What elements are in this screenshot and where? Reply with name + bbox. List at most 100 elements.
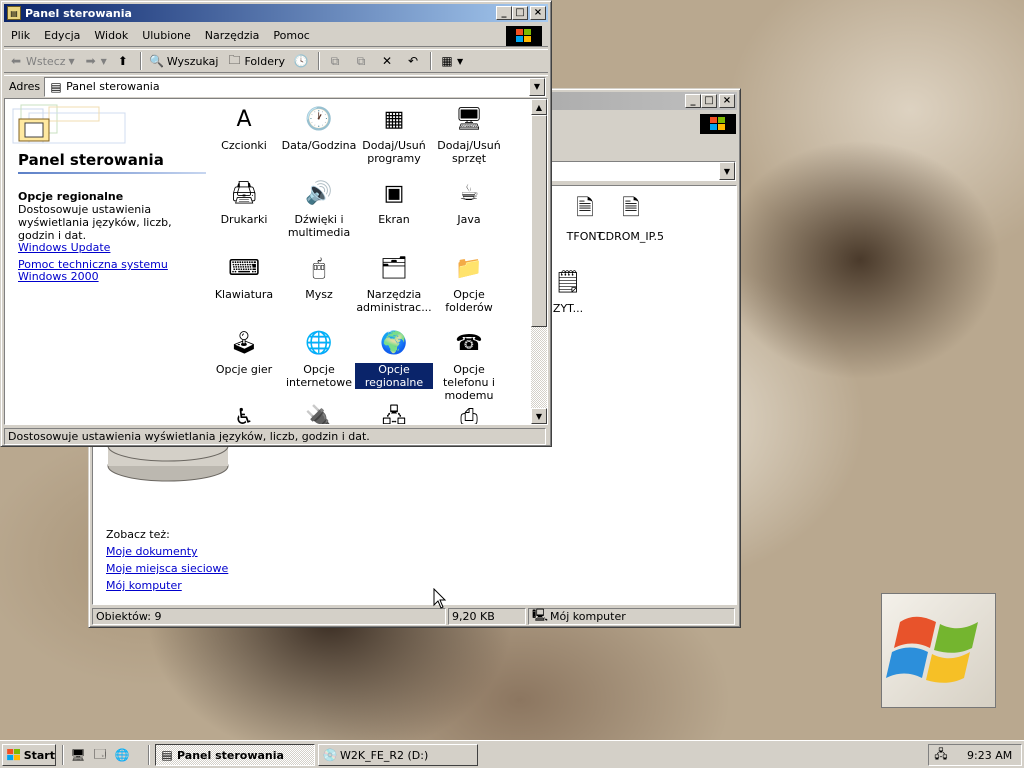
cp-item-10[interactable]: 🗂 Narzędzia administrac... [355, 252, 433, 314]
address-bar: Adres ▤ Panel sterowania ▼ [4, 75, 548, 97]
link-my-computer[interactable]: Mój komputer [106, 579, 182, 592]
copy-to-button[interactable]: ⧉ [349, 51, 375, 71]
task-drive-window[interactable]: 💿 W2K_FE_R2 (D:) [318, 744, 478, 766]
toolbar-separator [318, 52, 320, 70]
windows-flag-icon [881, 593, 996, 708]
start-button[interactable]: Start [2, 744, 56, 766]
menu-edit[interactable]: Edycja [37, 27, 87, 44]
control-panel-titlebar[interactable]: ▤ Panel sterowania _ □ × [4, 4, 548, 22]
control-panel-statusbar: Dostosowuje ustawienia wyświetlania języ… [4, 427, 548, 445]
minimize-button[interactable]: _ [685, 94, 701, 108]
selected-item-description: Dostosowuje ustawienia wyświetlania języ… [18, 203, 172, 242]
scroll-thumb[interactable] [531, 115, 547, 327]
network-tray-icon[interactable]: 🖧 [933, 747, 949, 763]
maximize-button[interactable]: □ [701, 94, 717, 108]
history-button[interactable]: 🕓 [289, 51, 315, 71]
show-desktop-icon[interactable]: 🖥 [70, 747, 86, 763]
address-input[interactable]: ▤ Panel sterowania ▼ [44, 76, 546, 97]
move-to-button[interactable]: ⧉ [323, 51, 349, 71]
scroll-up-button[interactable]: ▲ [531, 99, 547, 115]
cp-item-2[interactable]: ▦ Dodaj/Usuń programy [355, 103, 433, 165]
close-button[interactable]: × [530, 6, 546, 20]
selected-item-title: Opcje regionalne [18, 190, 124, 203]
control-panel-icon: ▤ [7, 6, 21, 20]
taskbar-separator [148, 745, 150, 765]
vertical-scrollbar[interactable]: ▲ ▼ [531, 99, 547, 424]
cp-item-9[interactable]: 🖱 Mysz [280, 252, 358, 301]
cp-item-18[interactable]: 🖧 [355, 401, 433, 424]
cp-item-13[interactable]: 🌐 Opcje internetowe [280, 327, 358, 389]
text-file-icon: 🗒 [554, 269, 582, 295]
menu-view[interactable]: Widok [87, 27, 135, 44]
delete-button[interactable]: ✕ [375, 51, 401, 71]
cp-item-16[interactable]: ♿ [205, 401, 283, 425]
internet-explorer-icon[interactable]: 🌐 [114, 747, 130, 763]
menu-favorites[interactable]: Ulubione [135, 27, 198, 44]
up-folder-button[interactable]: ⬆ [111, 51, 137, 71]
explorer-icon[interactable]: 🗔 [92, 747, 108, 763]
cd-drive-icon: 💿 [322, 748, 338, 762]
undo-button[interactable]: ↶ [401, 51, 427, 71]
menu-tools[interactable]: Narzędzia [198, 27, 267, 44]
cp-item-17[interactable]: 🔌 [280, 401, 358, 424]
drive-address-input[interactable]: ▼ [549, 161, 736, 181]
toolbar: ⬅ Wstecz ▼ ➡ ▼ ⬆ 🔍 Wyszukaj 🗀 Foldery 🕓 … [4, 49, 548, 73]
taskbar-separator [62, 745, 64, 765]
cp-item-7[interactable]: ☕ Java [430, 177, 508, 226]
scroll-down-button[interactable]: ▼ [531, 408, 547, 424]
search-icon: 🔍 [149, 54, 165, 68]
cp-item-label: Dodaj/Usuń programy [362, 139, 426, 165]
cp-item-label: Opcje telefonu i modemu [442, 363, 495, 402]
up-folder-icon: ⬆ [117, 54, 128, 68]
minimize-button[interactable]: _ [496, 6, 512, 20]
cp-item-19[interactable]: ⎙ [430, 401, 508, 424]
cp-item-14[interactable]: 🌍 Opcje regionalne [355, 327, 433, 389]
cp-item-label: Dodaj/Usuń sprzęt [437, 139, 501, 165]
cp-item-label: Data/Godzina [281, 139, 357, 152]
cp-item-3[interactable]: 🖥 Dodaj/Usuń sprzęt [430, 103, 508, 165]
cp-item-15[interactable]: ☎ Opcje telefonu i modemu [430, 327, 508, 402]
printers-folder-icon: 🖨 [230, 180, 258, 206]
control-panel-window[interactable]: ▤ Panel sterowania _ □ × Plik Edycja Wid… [0, 0, 552, 447]
views-button[interactable]: ▦ ▼ [435, 51, 467, 71]
internet-globe-icon: 🌐 [305, 330, 333, 356]
link-windows-support[interactable]: Pomoc techniczna systemu Windows 2000 [18, 259, 208, 283]
history-icon: 🕓 [293, 54, 309, 68]
mouse-cursor-icon [433, 587, 447, 613]
cp-item-0[interactable]: A Czcionki [205, 103, 283, 152]
java-icon: ☕ [459, 180, 479, 206]
close-button[interactable]: × [719, 94, 735, 108]
cp-item-5[interactable]: 🔊 Dźwięki i multimedia [280, 177, 358, 239]
computer-icon: 🖳 [532, 607, 549, 622]
link-network-places[interactable]: Moje miejsca sieciowe [106, 562, 228, 575]
maximize-button[interactable]: □ [512, 6, 528, 20]
forward-button[interactable]: ➡ ▼ [79, 51, 111, 71]
address-dropdown-button[interactable]: ▼ [529, 77, 545, 96]
menu-help[interactable]: Pomoc [266, 27, 316, 44]
cp-item-11[interactable]: 📁 Opcje folderów [430, 252, 508, 314]
cp-item-6[interactable]: ▣ Ekran [355, 177, 433, 226]
back-button[interactable]: ⬅ Wstecz ▼ [4, 51, 79, 71]
cp-item-12[interactable]: 🕹 Opcje gier [205, 327, 283, 376]
joystick-icon: 🕹 [230, 330, 258, 356]
link-windows-update[interactable]: Windows Update [18, 241, 110, 254]
accessibility-icon: ♿ [234, 404, 254, 425]
forward-arrow-icon: ➡ [85, 54, 96, 68]
back-arrow-icon: ⬅ [10, 54, 22, 68]
folders-button[interactable]: 🗀 Foldery [222, 51, 289, 71]
panel-heading: Panel sterowania [18, 151, 164, 169]
system-tray: 🖧 9:23 AM [928, 744, 1022, 766]
clock[interactable]: 9:23 AM [967, 749, 1012, 762]
cp-item-1[interactable]: 🕐 Data/Godzina [280, 103, 358, 152]
link-my-documents[interactable]: Moje dokumenty [106, 545, 198, 558]
file-item[interactable]: 🗎 CDROM_IP.5 [591, 194, 671, 243]
cp-item-8[interactable]: ⌨ Klawiatura [205, 252, 283, 301]
add-remove-hardware-icon: 🖥 [455, 106, 483, 132]
address-dropdown-button[interactable]: ▼ [719, 162, 735, 180]
task-control-panel[interactable]: ▤ Panel sterowania [155, 744, 315, 766]
chevron-down-icon: ▼ [457, 56, 464, 66]
menu-file[interactable]: Plik [4, 27, 37, 44]
cp-item-4[interactable]: 🖨 Drukarki [205, 177, 283, 226]
search-button[interactable]: 🔍 Wyszukaj [145, 51, 223, 71]
cp-item-label: Opcje regionalne [355, 363, 433, 389]
